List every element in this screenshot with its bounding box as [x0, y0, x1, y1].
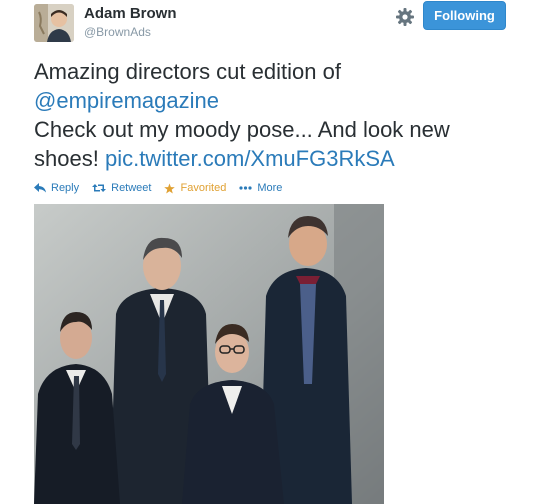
following-button-label: Following	[434, 8, 495, 23]
tweet-text-part-1: Amazing directors cut edition of	[34, 59, 341, 84]
group-photo-image	[34, 204, 384, 504]
following-button[interactable]: Following	[423, 1, 506, 30]
user-name[interactable]: Adam Brown	[84, 5, 177, 22]
gear-icon[interactable]	[394, 6, 416, 28]
reply-icon	[34, 183, 46, 193]
tweet-photo[interactable]	[34, 204, 384, 504]
retweet-label: Retweet	[111, 182, 152, 194]
avatar[interactable]	[34, 4, 74, 42]
favorited-action[interactable]: Favorited	[164, 182, 226, 194]
tweet-text: Amazing directors cut edition of @empire…	[34, 57, 504, 173]
retweet-icon	[92, 184, 107, 192]
star-icon	[164, 182, 176, 193]
tweet-actions: Reply Retweet Favorited More	[34, 180, 295, 196]
more-action[interactable]: More	[239, 182, 282, 194]
mention-link[interactable]: @empiremagazine	[34, 88, 219, 113]
avatar-image	[34, 4, 74, 42]
more-dots-icon	[239, 186, 252, 190]
more-label: More	[257, 182, 283, 194]
favorited-label: Favorited	[180, 182, 227, 194]
user-handle[interactable]: @BrownAds	[84, 25, 151, 39]
retweet-action[interactable]: Retweet	[92, 182, 151, 194]
reply-action[interactable]: Reply	[34, 182, 79, 194]
reply-label: Reply	[51, 182, 80, 194]
pic-link[interactable]: pic.twitter.com/XmuFG3RkSA	[105, 146, 395, 171]
